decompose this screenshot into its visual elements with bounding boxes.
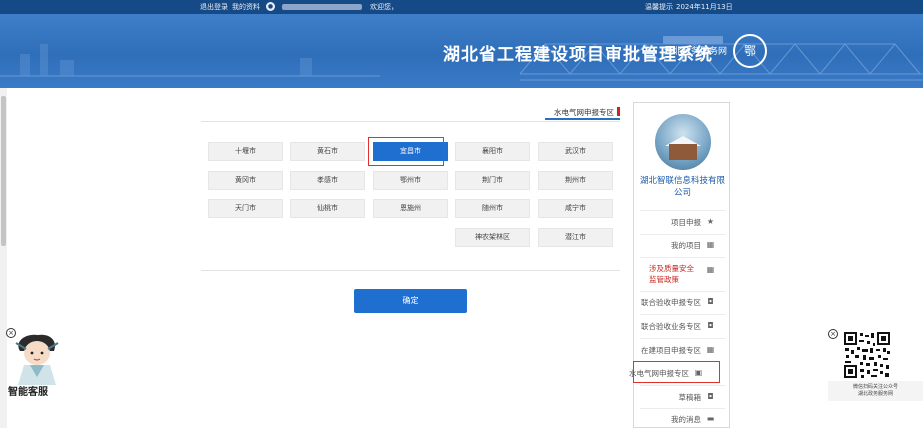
city-button[interactable]: 恩施州 bbox=[373, 199, 448, 218]
sidebar-item-drafts[interactable]: ◘ 草稿箱 bbox=[634, 386, 731, 408]
tab-title: 水电气网申报专区 bbox=[554, 108, 614, 117]
sidebar-item-label: 在建项目申报专区 bbox=[641, 346, 701, 355]
avatar bbox=[655, 114, 711, 170]
qr-caption-line1: 微信扫码关注公众号 bbox=[852, 384, 898, 390]
header-banner: 湖北政务服务网 湖北省工程建设项目审批管理系统 鄂 bbox=[0, 14, 923, 88]
sidebar-item-label: 水电气网申报专区 bbox=[629, 369, 689, 378]
city-button[interactable]: 十堰市 bbox=[208, 142, 283, 161]
city-button[interactable]: 潜江市 bbox=[538, 228, 613, 247]
city-button[interactable]: 黄冈市 bbox=[208, 171, 283, 190]
sidebar-item-my-projects[interactable]: ▦ 我的项目 bbox=[634, 234, 731, 256]
emblem-logo: 鄂 bbox=[733, 34, 767, 68]
sidebar-item-label: 我的项目 bbox=[671, 241, 701, 250]
selection-highlight bbox=[368, 137, 444, 166]
city-button[interactable]: 随州市 bbox=[455, 199, 530, 218]
date-text: 2024年11月13日 bbox=[676, 3, 733, 11]
sidebar-separator bbox=[640, 257, 725, 258]
sidebar: 湖北智联信息科技有限公司 ★ 项目申报 ▦ 我的项目 ▦ 涉及质量安全监管政策 … bbox=[629, 102, 731, 430]
sidebar-item-label: 联合验收申报专区 bbox=[641, 298, 701, 307]
qr-code-icon bbox=[843, 331, 891, 379]
logout-link[interactable]: 退出登录 bbox=[200, 2, 228, 12]
city-button[interactable]: 鄂州市 bbox=[373, 171, 448, 190]
city-button[interactable]: 武汉市 bbox=[538, 142, 613, 161]
sidebar-item-label: 草稿箱 bbox=[678, 393, 702, 402]
camera-icon: ◘ bbox=[707, 297, 714, 306]
qr-caption-line2: 湖北政务服务网 bbox=[857, 391, 893, 397]
top-bar: 退出登录 我的资料 ● 欢迎您， 温馨提示 2024年11月13日 bbox=[0, 0, 923, 14]
camera-icon: ◘ bbox=[707, 321, 714, 330]
suitcase-icon: ▣ bbox=[694, 368, 703, 377]
city-button[interactable]: 襄阳市 bbox=[455, 142, 530, 161]
sidebar-item-messages[interactable]: ▬ 我的消息 bbox=[634, 408, 731, 430]
camera-icon: ◘ bbox=[707, 392, 714, 401]
sidebar-item-label: 涉及质量安全监管政策 bbox=[649, 264, 694, 284]
city-button[interactable]: 孝感市 bbox=[290, 171, 365, 190]
building-icon: ▦ bbox=[706, 240, 715, 249]
service-mascot-icon[interactable] bbox=[12, 331, 62, 385]
city-button[interactable]: 咸宁市 bbox=[538, 199, 613, 218]
company-name: 湖北智联信息科技有限公司 bbox=[639, 176, 725, 198]
sidebar-item-project-apply[interactable]: ★ 项目申报 bbox=[634, 211, 731, 233]
tab-marker bbox=[617, 107, 620, 116]
star-icon: ★ bbox=[706, 217, 715, 226]
qr-close-icon[interactable]: × bbox=[828, 329, 838, 339]
sidebar-item-safety-policy[interactable]: ▦ 涉及质量安全监管政策 bbox=[634, 259, 731, 293]
sidebar-item-label: 我的消息 bbox=[671, 415, 701, 424]
building-icon: ▦ bbox=[706, 265, 715, 274]
sidebar-item-label: 项目申报 bbox=[671, 218, 701, 227]
service-label[interactable]: 智能客服 bbox=[8, 383, 48, 398]
welcome-text: 欢迎您， bbox=[370, 3, 398, 11]
vertical-scrollbar[interactable] bbox=[0, 88, 7, 428]
city-button[interactable]: 荆州市 bbox=[538, 171, 613, 190]
qr-caption: 微信扫码关注公众号 湖北政务服务网 bbox=[828, 381, 923, 401]
message-icon: ▬ bbox=[706, 414, 715, 423]
city-button[interactable]: 神农架林区 bbox=[455, 228, 530, 247]
confirm-button[interactable]: 确定 bbox=[354, 289, 467, 313]
sidebar-item-under-construction[interactable]: ▦ 在建项目申报专区 bbox=[634, 339, 731, 361]
building-icon: ▦ bbox=[706, 345, 715, 354]
tab-water-electric-gas[interactable]: 水电气网申报专区 bbox=[545, 104, 620, 120]
scrollbar-thumb[interactable] bbox=[1, 96, 6, 246]
city-button[interactable]: 天门市 bbox=[208, 199, 283, 218]
city-button[interactable]: 荆门市 bbox=[455, 171, 530, 190]
my-info-link[interactable]: 我的资料 bbox=[232, 2, 260, 12]
sidebar-item-utilities[interactable]: ▣ 水电气网申报专区 bbox=[629, 361, 720, 383]
help-link[interactable]: 温馨提示 bbox=[645, 2, 673, 12]
city-button[interactable]: 黄石市 bbox=[290, 142, 365, 161]
sidebar-item-joint-acceptance-apply[interactable]: ◘ 联合验收申报专区 bbox=[634, 291, 731, 313]
sidebar-item-joint-acceptance-business[interactable]: ◘ 联合验收业务专区 bbox=[634, 315, 731, 337]
city-button[interactable]: 仙桃市 bbox=[290, 199, 365, 218]
sidebar-item-label: 联合验收业务专区 bbox=[641, 322, 701, 331]
content-divider bbox=[201, 270, 620, 271]
avatar-house bbox=[669, 144, 697, 160]
system-title: 湖北省工程建设项目审批管理系统 bbox=[443, 45, 713, 65]
tab-underline bbox=[201, 121, 620, 122]
user-name bbox=[282, 4, 362, 10]
user-icon: ● bbox=[266, 2, 275, 11]
